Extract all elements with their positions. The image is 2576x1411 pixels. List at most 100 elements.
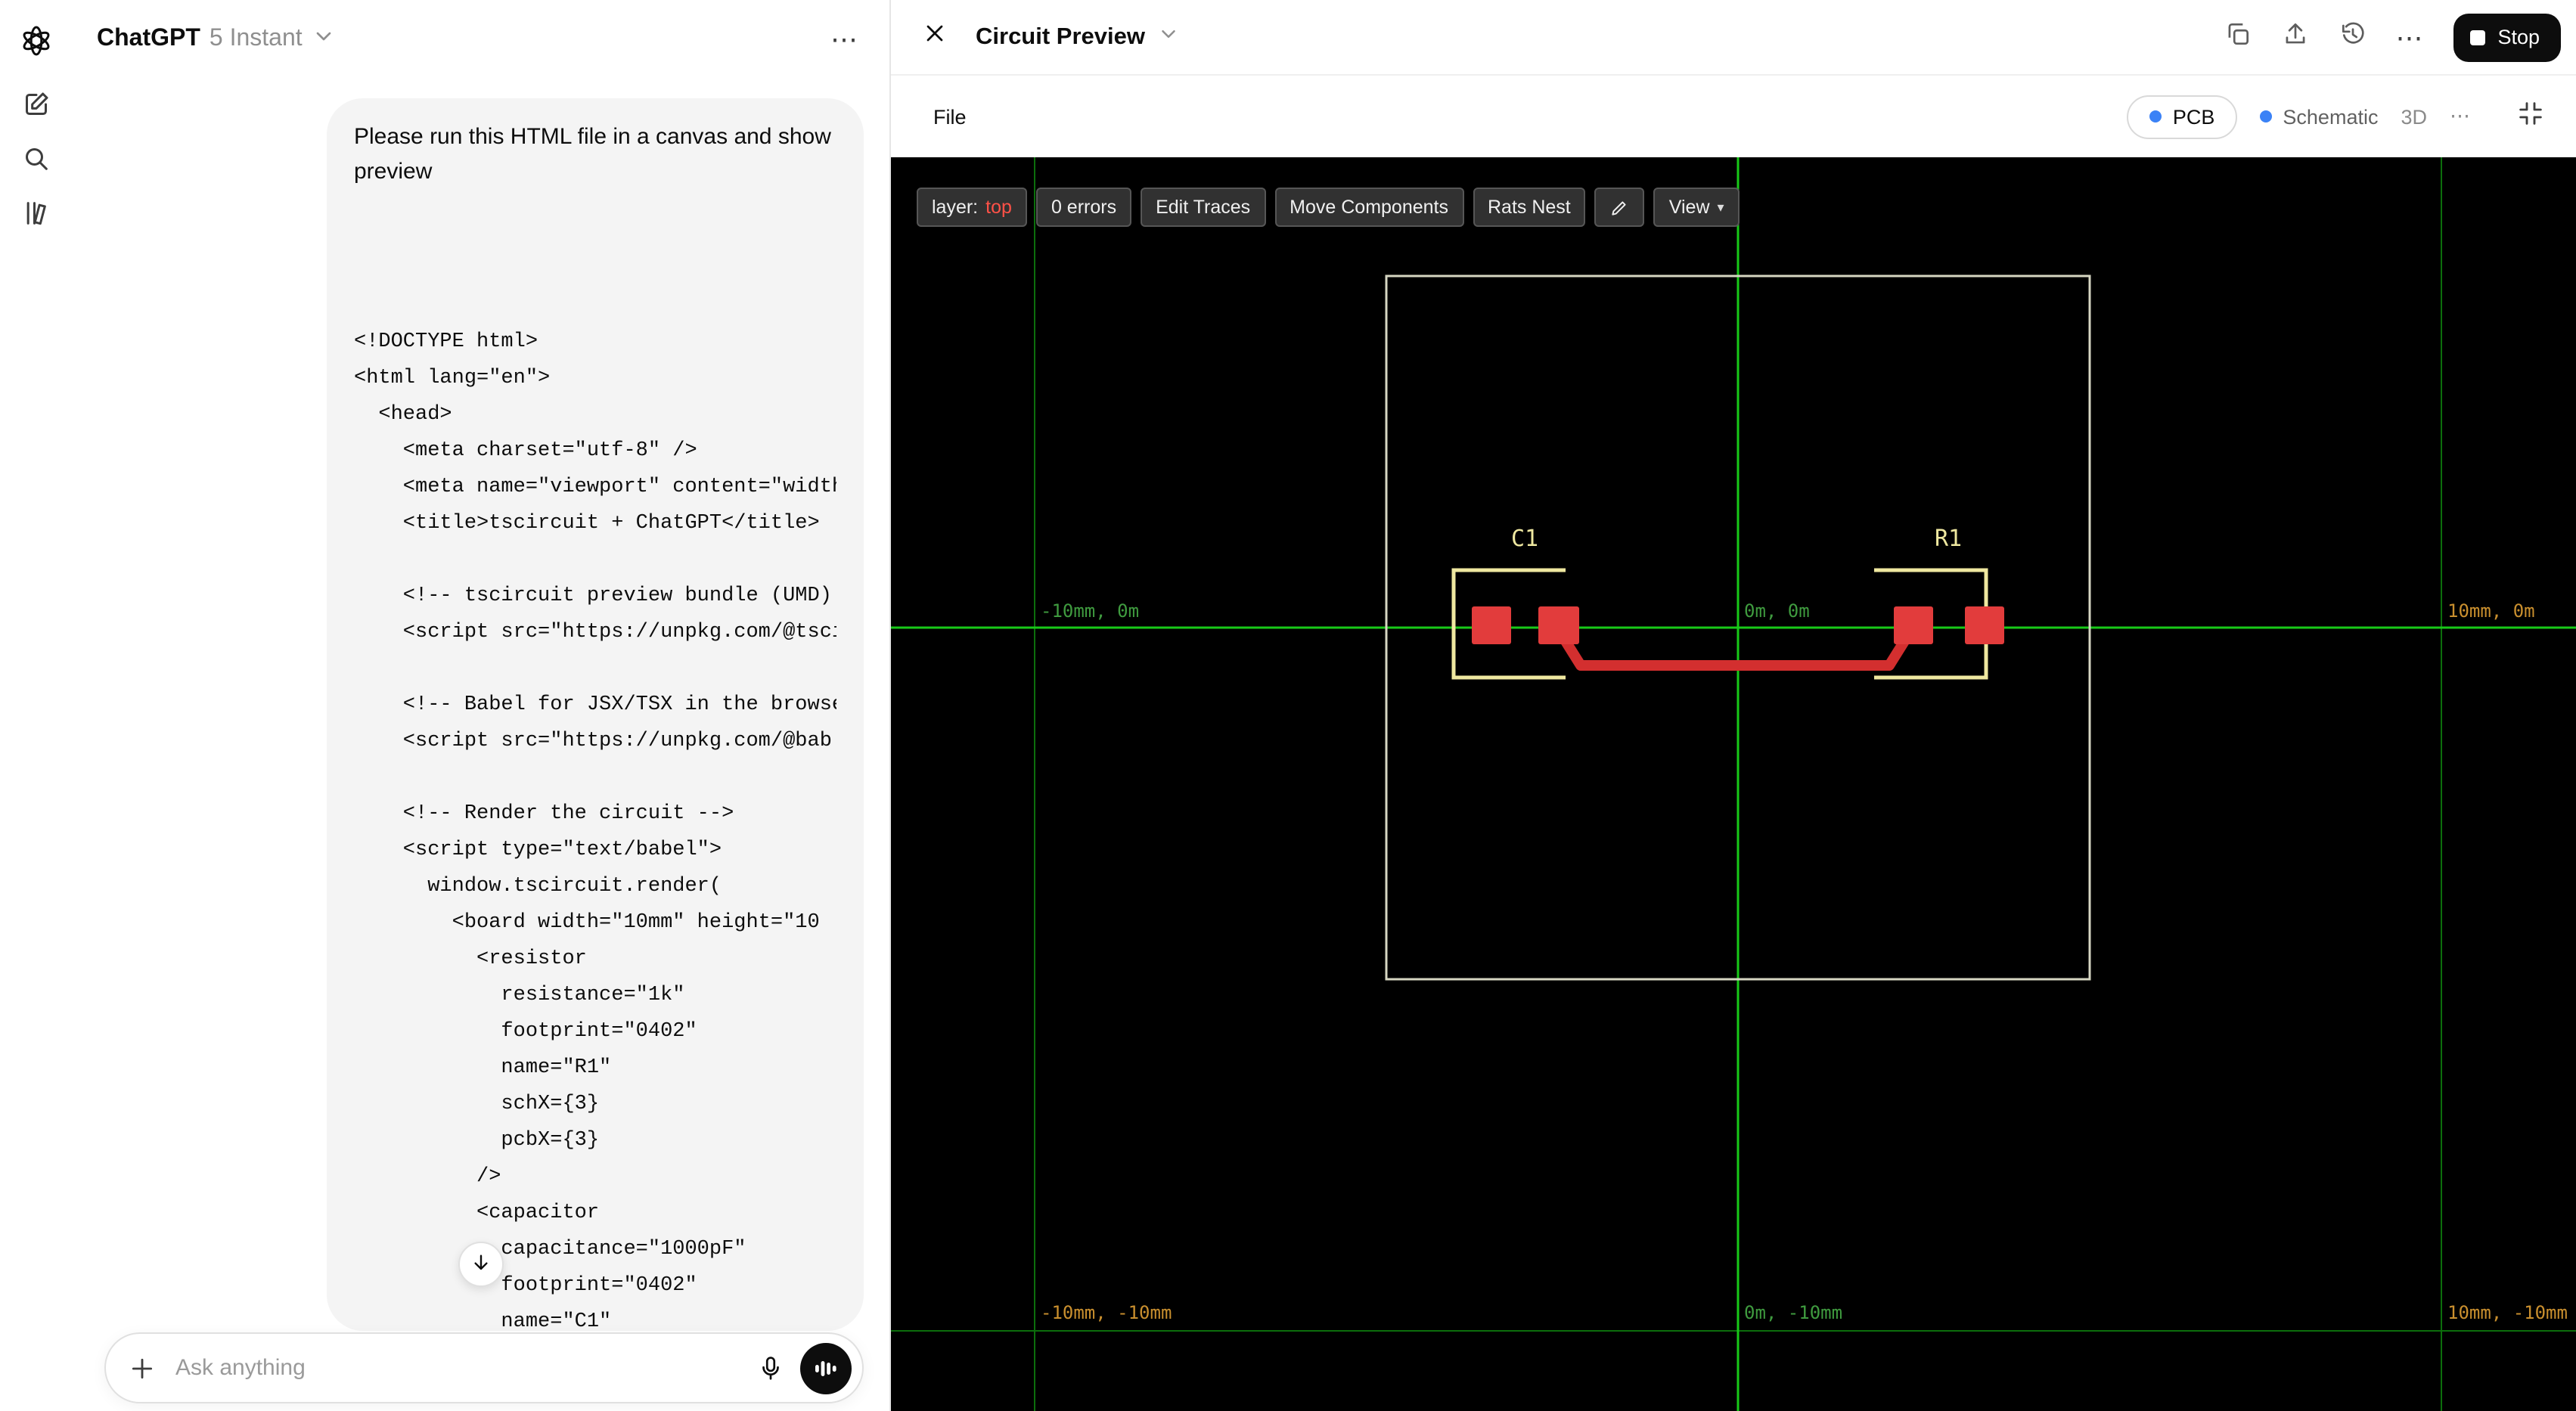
stop-icon (2470, 29, 2486, 45)
status-dot-schematic (2260, 110, 2273, 122)
openai-logo[interactable] (14, 18, 59, 64)
code-line: <!-- tscircuit preview bundle (UMD) --> (354, 585, 836, 608)
chat-column: ChatGPT 5 Instant ⋯ Please run this HTML… (73, 0, 889, 1411)
caret-down-icon: ▾ (1717, 199, 1724, 214)
ellipsis-icon: ⋯ (2395, 22, 2425, 52)
search-button[interactable] (14, 139, 59, 185)
microphone-icon[interactable] (756, 1354, 785, 1382)
grid-label: 10mm, 0m (2447, 600, 2535, 622)
chevron-down-icon[interactable] (312, 23, 336, 55)
code-line: <html lang="en"> (354, 367, 551, 390)
stop-button[interactable]: Stop (2453, 13, 2561, 61)
user-prompt-text: Please run this HTML file in a canvas an… (354, 124, 831, 185)
status-dot-pcb (2149, 110, 2162, 122)
r1-pad-2 (1965, 606, 2004, 644)
rats-nest-button[interactable]: Rats Nest (1473, 188, 1586, 227)
code-line: <board width="10mm" height="10 (354, 912, 820, 935)
code-line: capacitance="1000pF" (354, 1239, 746, 1261)
model-label[interactable]: 5 Instant (209, 26, 303, 53)
grid-label: -10mm, 0m (1041, 600, 1140, 622)
chat-input[interactable] (172, 1354, 741, 1382)
view-menu-button[interactable]: View ▾ (1653, 188, 1740, 227)
code-line: footprint="0402" (354, 1275, 697, 1298)
plus-icon[interactable] (127, 1353, 157, 1383)
history-button[interactable] (2329, 14, 2375, 60)
grid-label: 0m, -10mm (1744, 1302, 1843, 1323)
grid-label: -10mm, -10mm (1041, 1302, 1172, 1323)
compress-icon (2515, 98, 2546, 135)
code-line: footprint="0402" (354, 1021, 697, 1044)
view-switcher: PCB Schematic 3D ⋯ (2127, 95, 2546, 138)
canvas-options-button[interactable]: ⋯ (2387, 14, 2432, 60)
code-line: <!-- Babel for JSX/TSX in the browser --… (402, 694, 836, 717)
history-icon (2338, 19, 2367, 55)
code-line: <script src="https://unpkg.com/@tsci (354, 622, 836, 644)
close-canvas-button[interactable] (912, 14, 957, 60)
code-line: <meta name="viewport" content="width (354, 476, 836, 499)
chat-options-button[interactable]: ⋯ (830, 26, 859, 53)
view-options-button[interactable]: ⋯ (2450, 106, 2472, 127)
fullscreen-toggle-button[interactable] (2515, 98, 2546, 135)
arrow-down-icon (469, 1250, 493, 1279)
layer-selector[interactable]: layer: top (917, 188, 1027, 227)
compose-icon (21, 88, 51, 126)
library-icon (21, 197, 51, 235)
tab-pcb[interactable]: PCB (2127, 95, 2238, 138)
canvas-titlebar: Circuit Preview ⋯ Stop (891, 0, 2576, 76)
code-line: <resistor (354, 948, 587, 971)
new-chat-button[interactable] (14, 85, 59, 130)
pencil-icon (1610, 197, 1630, 217)
code-line: <meta charset="utf-8" /> (354, 440, 697, 463)
code-line: <!DOCTYPE html> (354, 331, 538, 354)
canvas-panel: Circuit Preview ⋯ Stop File PCB Schemati… (889, 0, 2576, 1411)
tab-schematic[interactable]: Schematic (2260, 105, 2378, 128)
sidebar-rail (0, 0, 73, 1411)
canvas-subheader: File PCB Schematic 3D ⋯ (891, 76, 2576, 157)
chat-header: ChatGPT 5 Instant ⋯ (73, 0, 889, 79)
copy-icon (2223, 19, 2252, 55)
grid-label: 0m, 0m (1744, 600, 1810, 622)
canvas-title[interactable]: Circuit Preview (976, 23, 1145, 51)
code-line: <!-- Render the circuit --> (354, 803, 734, 826)
search-icon (21, 143, 51, 181)
share-button[interactable] (2272, 14, 2317, 60)
component-label-r1: R1 (1934, 525, 1963, 552)
tab-3d[interactable]: 3D (2401, 105, 2427, 128)
grid-label: 10mm, -10mm (2447, 1302, 2568, 1323)
c1-pad-2 (1538, 606, 1579, 644)
code-line: resistance="1k" (354, 985, 685, 1007)
pcb-toolbar: layer: top 0 errors Edit Traces Move Com… (917, 188, 1740, 227)
scroll-to-bottom-button[interactable] (458, 1242, 504, 1287)
message-composer (104, 1332, 864, 1403)
code-line: window.tscircuit.render( (354, 876, 722, 898)
c1-pad-1 (1472, 606, 1511, 644)
copper-trace (1553, 624, 1917, 671)
code-line: pcbX={3} (354, 1130, 600, 1152)
code-line: schX={3} (354, 1093, 600, 1116)
file-menu[interactable]: File (933, 105, 967, 128)
code-line: name="R1" (354, 1057, 612, 1080)
edit-traces-button[interactable]: Edit Traces (1141, 188, 1266, 227)
code-line: name="C1" (354, 1311, 612, 1331)
copy-button[interactable] (2214, 14, 2260, 60)
voice-mode-button[interactable] (800, 1342, 852, 1394)
chevron-down-icon[interactable] (1157, 22, 1180, 52)
pcb-canvas[interactable]: C1 R1 -10mm, 0m 0m, 0m 10mm, 0m -10mm, -… (891, 157, 2576, 1411)
edit-tool-button[interactable] (1594, 188, 1645, 227)
app-title: ChatGPT (97, 26, 200, 51)
close-icon (921, 20, 948, 54)
upload-icon (2280, 19, 2309, 55)
library-button[interactable] (14, 194, 59, 239)
move-components-button[interactable]: Move Components (1274, 188, 1463, 227)
code-line: /> (354, 1166, 501, 1189)
pcb-scene (891, 157, 2576, 1411)
errors-button[interactable]: 0 errors (1035, 188, 1132, 227)
user-message: Please run this HTML file in a canvas an… (327, 98, 864, 1331)
code-line: <head> (354, 404, 452, 426)
code-line: <script src="https://unpkg.com/@bab (354, 730, 832, 753)
app-window: ChatGPT 5 Instant ⋯ Please run this HTML… (0, 0, 2576, 1411)
component-label-c1: C1 (1510, 525, 1539, 552)
